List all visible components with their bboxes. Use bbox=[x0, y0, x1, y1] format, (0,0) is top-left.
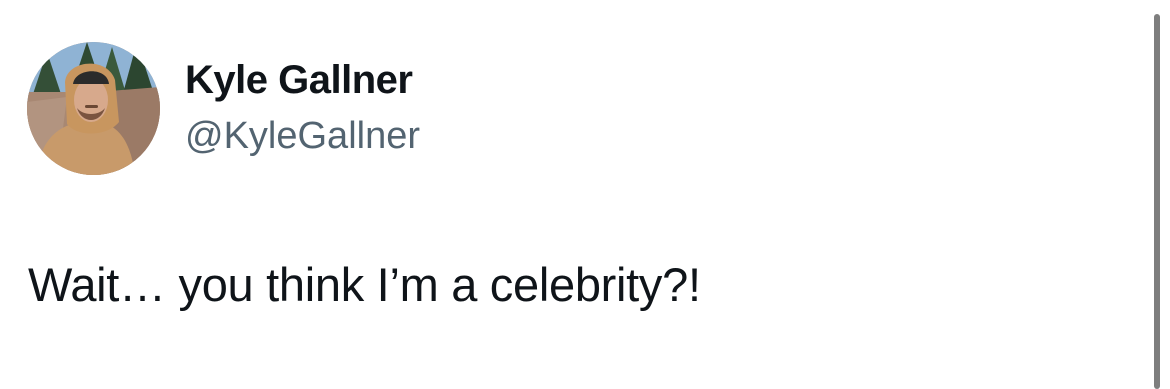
display-name[interactable]: Kyle Gallner bbox=[185, 58, 413, 103]
tweet-text: Wait… you think I’m a celebrity?! bbox=[28, 258, 701, 311]
scrollbar[interactable] bbox=[1154, 14, 1160, 389]
avatar[interactable] bbox=[27, 42, 160, 175]
user-handle[interactable]: @KyleGallner bbox=[185, 115, 420, 158]
tweet-card: Kyle Gallner @KyleGallner Wait… you thin… bbox=[0, 0, 1170, 389]
avatar-photo-icon bbox=[27, 42, 160, 175]
